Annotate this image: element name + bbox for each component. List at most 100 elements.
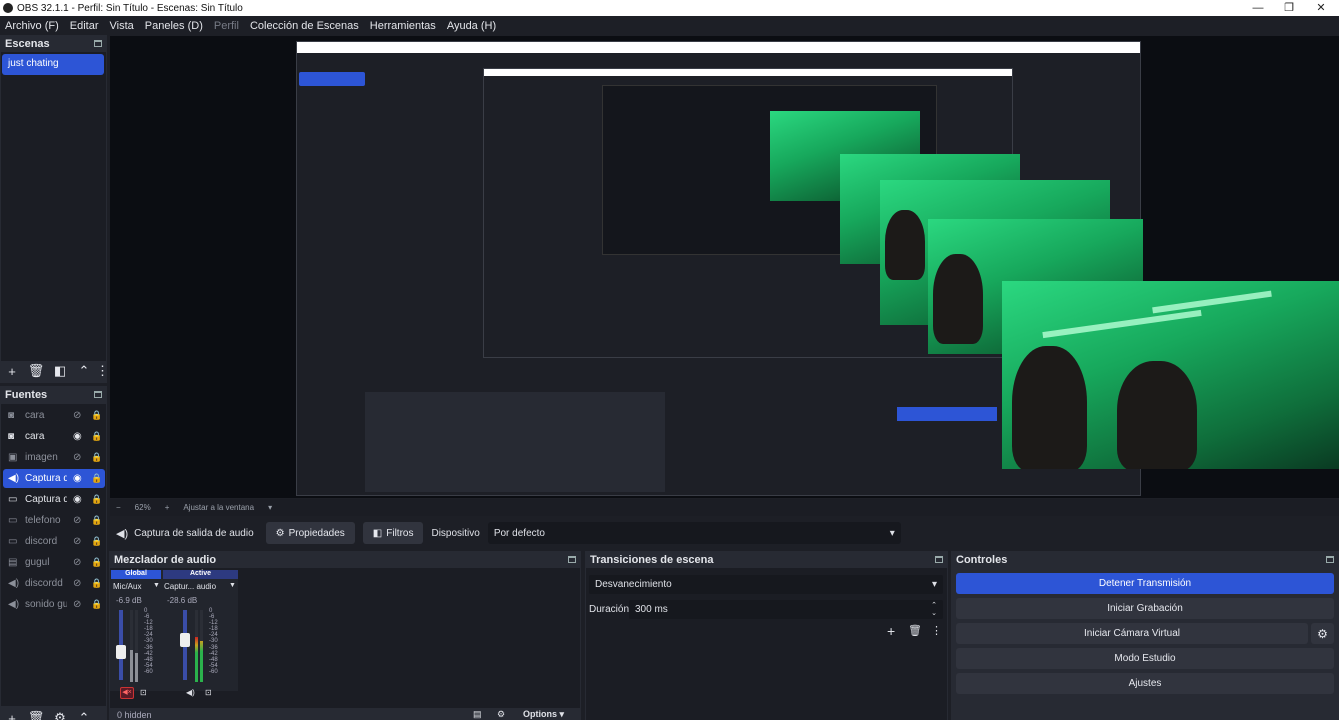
volume-slider-handle[interactable] (116, 644, 126, 659)
chevron-down-icon[interactable]: ▾ (268, 503, 272, 512)
menu-bar: Archivo (F) Editar Vista Paneles (D) Per… (0, 16, 1339, 35)
trash-icon[interactable]: 🗑 (24, 363, 48, 379)
speaker-icon[interactable]: ◀) (186, 688, 195, 697)
more-icon[interactable]: ⋮ (96, 363, 109, 379)
undock-icon[interactable] (1326, 556, 1334, 563)
eye-hidden-icon[interactable]: ⊘ (73, 515, 85, 526)
gear-icon[interactable]: ⚙ (48, 710, 72, 720)
source-item[interactable]: ◀) sonido gu ⊘ 🔒 (3, 595, 105, 614)
lock-icon[interactable]: 🔒 (91, 515, 102, 526)
trash-icon[interactable]: 🗑 (24, 710, 48, 720)
lock-icon[interactable]: 🔒 (91, 473, 102, 484)
mute-icon[interactable]: ◀× (120, 687, 134, 699)
maximize-button[interactable]: ❐ (1274, 0, 1304, 16)
lock-icon[interactable]: 🔒 (91, 452, 102, 463)
move-up-icon[interactable]: ⌃ (72, 363, 96, 379)
level-meter (195, 637, 198, 682)
scenes-title: Escenas (5, 37, 50, 50)
source-item-selected[interactable]: ◀) Captura d ◉ 🔒 (3, 469, 105, 488)
gear-icon[interactable]: ⚙ (1311, 623, 1334, 644)
menu-herramientas[interactable]: Herramientas (365, 20, 442, 32)
source-item[interactable]: ▭ discord ⊘ 🔒 (3, 532, 105, 551)
device-select[interactable]: Por defecto ▾ (487, 522, 901, 544)
scene-item[interactable]: just chating (2, 54, 104, 75)
eye-hidden-icon[interactable]: ⊘ (73, 410, 85, 421)
lock-icon[interactable]: 🔒 (91, 578, 102, 589)
lock-icon[interactable]: 🔒 (91, 536, 102, 547)
eye-hidden-icon[interactable]: ⊘ (73, 557, 85, 568)
lock-icon[interactable]: 🔒 (91, 494, 102, 505)
menu-perfil[interactable]: Perfil (209, 20, 245, 32)
close-button[interactable]: ✕ (1306, 0, 1336, 16)
menu-vista[interactable]: Vista (105, 20, 140, 32)
zoom-out-button[interactable]: − (116, 503, 121, 512)
properties-button[interactable]: ⚙ Propiedades (265, 522, 355, 544)
trash-icon[interactable]: 🗑 (908, 624, 922, 637)
eye-hidden-icon[interactable]: ⊘ (73, 578, 85, 589)
undock-icon[interactable] (94, 40, 102, 47)
preview-canvas[interactable] (110, 36, 1339, 498)
undock-icon[interactable] (94, 391, 102, 398)
add-transition-button[interactable]: + (887, 623, 895, 639)
source-item[interactable]: ◙ cara ⊘ 🔒 (3, 406, 105, 425)
chevron-down-icon[interactable]: ▼ (153, 582, 160, 589)
zoom-in-button[interactable]: + (165, 503, 170, 512)
settings-button[interactable]: Ajustes (956, 673, 1334, 694)
scenes-toolbar: + 🗑 ◧ ⌃ ⋮ (0, 361, 109, 381)
speaker-icon: ◀) (8, 473, 20, 484)
options-button[interactable]: Options ▾ (523, 709, 564, 720)
undock-icon[interactable] (568, 556, 576, 563)
eye-hidden-icon[interactable]: ⊘ (73, 599, 85, 610)
menu-archivo[interactable]: Archivo (F) (0, 20, 65, 32)
menu-paneles[interactable]: Paneles (D) (140, 20, 209, 32)
eye-icon[interactable]: ◉ (73, 473, 85, 484)
source-item[interactable]: ▭ Captura d ◉ 🔒 (3, 490, 105, 509)
eye-hidden-icon[interactable]: ⊘ (73, 452, 85, 463)
lock-icon[interactable]: 🔒 (91, 599, 102, 610)
source-item[interactable]: ◙ cara ◉ 🔒 (3, 427, 105, 446)
menu-editar[interactable]: Editar (65, 20, 105, 32)
monitor-icon[interactable]: ⊡ (205, 688, 212, 697)
source-item[interactable]: ▭ telefono ⊘ 🔒 (3, 511, 105, 530)
lock-icon[interactable]: 🔒 (91, 431, 102, 442)
studio-mode-button[interactable]: Modo Estudio (956, 648, 1334, 669)
stop-stream-button[interactable]: Detener Transmisión (956, 573, 1334, 594)
filters-icon[interactable]: ◧ (48, 363, 72, 379)
level-meter (135, 653, 138, 682)
duration-spinbox[interactable]: 300 ms ⌃ ⌄ (629, 600, 943, 619)
minimize-button[interactable]: — (1243, 0, 1273, 16)
channel-name[interactable]: Captur... audio (164, 582, 216, 591)
channel-name[interactable]: Mic/Aux (113, 582, 141, 591)
source-item[interactable]: ▣ imagen ⊘ 🔒 (3, 448, 105, 467)
transition-select[interactable]: Desvanecimiento ▾ (589, 575, 943, 594)
hidden-count: 0 hidden (117, 710, 152, 720)
eye-hidden-icon[interactable]: ⊘ (73, 536, 85, 547)
volume-slider-handle[interactable] (180, 632, 190, 647)
eye-icon[interactable]: ◉ (73, 431, 85, 442)
start-virtual-camera-button[interactable]: Iniciar Cámara Virtual (956, 623, 1308, 644)
lock-icon[interactable]: 🔒 (91, 410, 102, 421)
window-icon: ▭ (8, 494, 18, 505)
source-item[interactable]: ◀) discordd ⊘ 🔒 (3, 574, 105, 593)
add-source-button[interactable]: + (0, 711, 24, 720)
eye-icon[interactable]: ◉ (73, 494, 85, 505)
channel-db: -28.6 dB (167, 596, 198, 605)
sources-list: ◙ cara ⊘ 🔒 ◙ cara ◉ 🔒 ▣ imagen ⊘ 🔒 ◀) Captura d… (1, 404, 106, 706)
source-item[interactable]: ▤ gugul ⊘ 🔒 (3, 553, 105, 572)
chevron-down-icon[interactable]: ▼ (229, 582, 236, 589)
more-icon[interactable]: ⋮ (931, 624, 942, 637)
start-recording-button[interactable]: Iniciar Grabación (956, 598, 1334, 619)
duration-label: Duración (589, 604, 630, 615)
menu-coleccion-escenas[interactable]: Colección de Escenas (245, 20, 365, 32)
spin-arrows-icon[interactable]: ⌃ ⌄ (931, 602, 937, 618)
gear-icon[interactable]: ⚙ (497, 709, 505, 720)
lock-icon[interactable]: 🔒 (91, 557, 102, 568)
monitor-icon[interactable]: ⊡ (140, 688, 147, 697)
add-scene-button[interactable]: + (0, 364, 24, 379)
zoom-fit-select[interactable]: Ajustar a la ventana (183, 503, 254, 512)
menu-ayuda[interactable]: Ayuda (H) (442, 20, 502, 32)
filters-button[interactable]: ◧ Filtros (362, 522, 424, 544)
move-up-icon[interactable]: ⌃ (72, 710, 96, 720)
list-icon[interactable]: ▤ (473, 709, 482, 720)
undock-icon[interactable] (935, 556, 943, 563)
